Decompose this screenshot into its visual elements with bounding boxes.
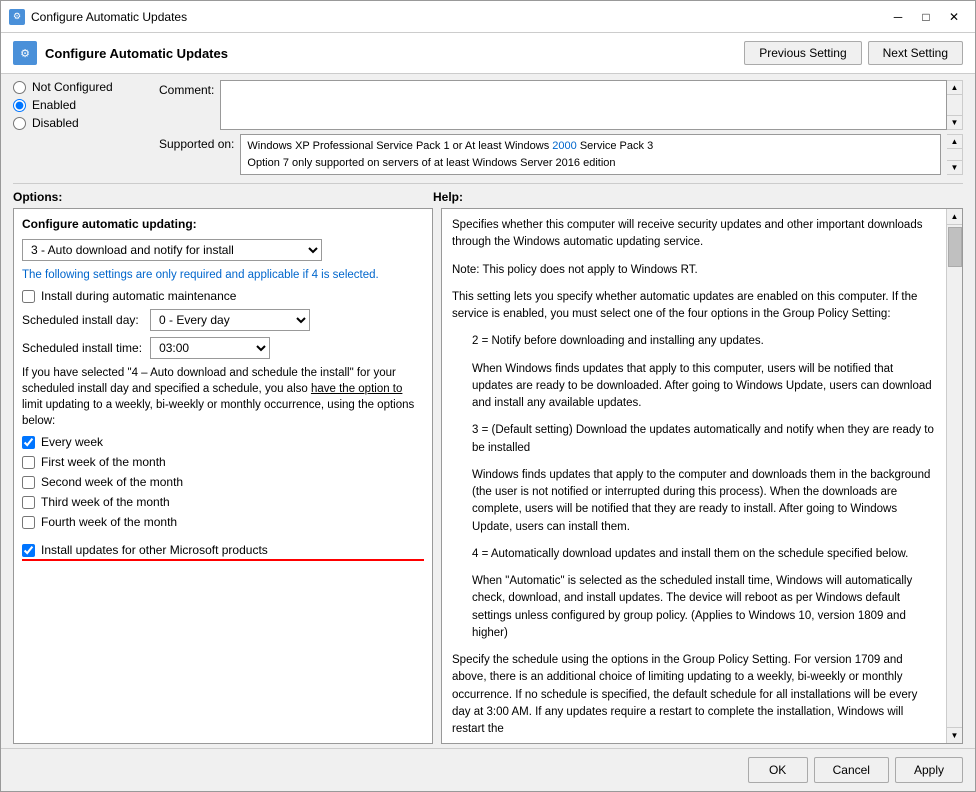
help-scroll-thumb [948, 227, 962, 267]
third-week-row: Third week of the month [22, 495, 424, 509]
disabled-label: Disabled [32, 116, 79, 130]
main-content: Configure automatic updating: 2 - Notify… [1, 208, 975, 748]
options-scroll-wrap: Configure automatic updating: 2 - Notify… [13, 208, 433, 744]
install-maintenance-label: Install during automatic maintenance [41, 289, 236, 303]
install-updates-checkbox[interactable] [22, 544, 35, 557]
ok-button[interactable]: OK [748, 757, 808, 783]
comment-scroll-down[interactable]: ▼ [947, 115, 962, 129]
every-week-row: Every week [22, 435, 424, 449]
every-week-label: Every week [41, 435, 103, 449]
second-week-row: Second week of the month [22, 475, 424, 489]
help-p4: 2 = Notify before downloading and instal… [452, 333, 936, 350]
help-scroll-down[interactable]: ▼ [947, 727, 962, 743]
configure-dropdown[interactable]: 2 - Notify for download and auto install… [22, 239, 322, 261]
schedule-time-row: Scheduled install time: 00:00 01:00 02:0… [22, 337, 424, 359]
help-p10: Specify the schedule using the options i… [452, 652, 936, 738]
help-p6: 3 = (Default setting) Download the updat… [452, 422, 936, 457]
help-scroll-wrap: Specifies whether this computer will rec… [441, 208, 963, 744]
comment-supported-section: Comment: ▲ ▼ Supported on: Windows XP Pr… [159, 80, 963, 175]
disabled-radio[interactable] [13, 117, 26, 130]
options-panel: Configure automatic updating: 2 - Notify… [14, 209, 432, 743]
fourth-week-label: Fourth week of the month [41, 515, 177, 529]
supported-text1: Windows XP Professional Service Pack 1 o… [247, 138, 934, 155]
help-panel: Specifies whether this computer will rec… [442, 209, 946, 743]
header-bar: ⚙ Configure Automatic Updates Previous S… [1, 33, 975, 74]
configure-label: Configure automatic updating: [22, 217, 424, 231]
maximize-button[interactable]: □ [913, 7, 939, 27]
header-title: Configure Automatic Updates [45, 46, 736, 61]
close-button[interactable]: ✕ [941, 7, 967, 27]
help-p7: Windows finds updates that apply to the … [452, 467, 936, 536]
comment-label: Comment: [159, 80, 214, 97]
help-p3: This setting lets you specify whether au… [452, 289, 936, 324]
install-updates-row: Install updates for other Microsoft prod… [22, 543, 424, 561]
title-bar: ⚙ Configure Automatic Updates ─ □ ✕ [1, 1, 975, 33]
enabled-label: Enabled [32, 98, 76, 112]
title-buttons: ─ □ ✕ [885, 7, 967, 27]
fourth-week-checkbox[interactable] [22, 516, 35, 529]
schedule-time-label: Scheduled install time: [22, 341, 142, 355]
help-scroll-up[interactable]: ▲ [947, 209, 962, 225]
not-configured-label: Not Configured [32, 80, 113, 94]
install-maintenance-row: Install during automatic maintenance [22, 289, 424, 303]
header-icon: ⚙ [13, 41, 37, 65]
help-section-label: Help: [433, 190, 963, 204]
help-p5: When Windows finds updates that apply to… [452, 361, 936, 413]
bottom-bar: OK Cancel Apply [1, 748, 975, 791]
radio-section: Not Configured Enabled Disabled [13, 80, 143, 175]
supported-area: Supported on: Windows XP Professional Se… [159, 134, 963, 175]
first-week-label: First week of the month [41, 455, 166, 469]
schedule-day-row: Scheduled install day: 0 - Every day 1 -… [22, 309, 424, 331]
help-p9: When "Automatic" is selected as the sche… [452, 573, 936, 642]
following-settings-text: The following settings are only required… [22, 267, 424, 283]
help-p2: Note: This policy does not apply to Wind… [452, 262, 936, 279]
options-help-header: Options: Help: [1, 186, 975, 208]
first-week-row: First week of the month [22, 455, 424, 469]
enabled-row: Enabled [13, 98, 143, 112]
previous-setting-button[interactable]: Previous Setting [744, 41, 861, 65]
comment-scroll-up[interactable]: ▲ [947, 81, 962, 95]
schedule-day-dropdown[interactable]: 0 - Every day 1 - Every Sunday 2 - Every… [150, 309, 310, 331]
supported-scroll-up[interactable]: ▲ [947, 135, 962, 149]
schedule-time-dropdown[interactable]: 00:00 01:00 02:00 03:00 04:00 [150, 337, 270, 359]
window-title: Configure Automatic Updates [31, 10, 187, 24]
not-configured-radio[interactable] [13, 81, 26, 94]
options-section-label: Options: [13, 190, 433, 204]
not-configured-row: Not Configured [13, 80, 143, 94]
supported-label: Supported on: [159, 134, 234, 151]
apply-button[interactable]: Apply [895, 757, 963, 783]
comment-input-wrap: ▲ ▼ [220, 80, 963, 130]
next-setting-button[interactable]: Next Setting [868, 41, 963, 65]
second-week-checkbox[interactable] [22, 476, 35, 489]
minimize-button[interactable]: ─ [885, 7, 911, 27]
disabled-row: Disabled [13, 116, 143, 130]
third-week-checkbox[interactable] [22, 496, 35, 509]
second-week-label: Second week of the month [41, 475, 183, 489]
info-text: If you have selected "4 – Auto download … [22, 365, 424, 429]
schedule-day-label: Scheduled install day: [22, 313, 142, 327]
supported-scroll-down[interactable]: ▼ [947, 160, 962, 174]
title-bar-left: ⚙ Configure Automatic Updates [9, 9, 187, 25]
third-week-label: Third week of the month [41, 495, 170, 509]
help-p8: 4 = Automatically download updates and i… [452, 546, 936, 563]
fourth-week-row: Fourth week of the month [22, 515, 424, 529]
every-week-checkbox[interactable] [22, 436, 35, 449]
window-icon: ⚙ [9, 9, 25, 25]
help-p1: Specifies whether this computer will rec… [452, 217, 936, 252]
install-maintenance-checkbox[interactable] [22, 290, 35, 303]
main-window: ⚙ Configure Automatic Updates ─ □ ✕ ⚙ Co… [0, 0, 976, 792]
comment-area: Comment: ▲ ▼ [159, 80, 963, 130]
enabled-radio[interactable] [13, 99, 26, 112]
first-week-checkbox[interactable] [22, 456, 35, 469]
header-buttons: Previous Setting Next Setting [744, 41, 963, 65]
cancel-button[interactable]: Cancel [814, 757, 889, 783]
comment-textarea[interactable] [220, 80, 947, 130]
supported-text2: Option 7 only supported on servers of at… [247, 155, 934, 172]
help-scrollbar: ▲ ▼ [946, 209, 962, 743]
install-updates-label: Install updates for other Microsoft prod… [41, 543, 268, 557]
